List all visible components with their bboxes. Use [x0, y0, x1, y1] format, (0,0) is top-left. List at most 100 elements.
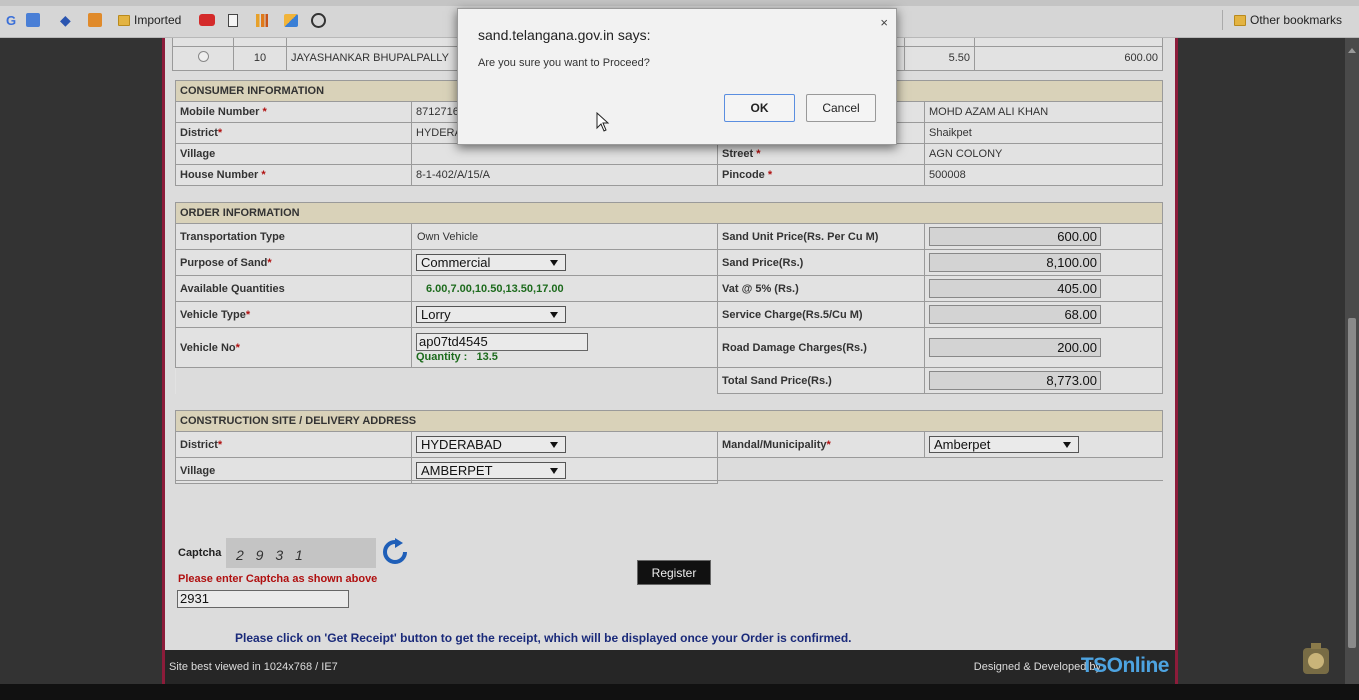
section-header: ORDER INFORMATION: [175, 202, 1163, 224]
confirm-dialog: sand.telangana.gov.in says: × Are you su…: [457, 8, 897, 145]
scrollbar-thumb[interactable]: [1348, 318, 1356, 648]
circle-bookmark[interactable]: [311, 12, 326, 28]
dialog-message: Are you sure you want to Proceed?: [478, 57, 650, 69]
address-bar-edge: [0, 0, 1359, 6]
circle-logo-icon: [311, 12, 326, 28]
emblem-icon: [1297, 640, 1335, 678]
vertical-scrollbar[interactable]: [1345, 38, 1359, 684]
field-label: Transportation Type: [175, 223, 412, 250]
cancel-button[interactable]: Cancel: [806, 94, 876, 122]
footer-browser-note: Site best viewed in 1024x768 / IE7: [169, 661, 338, 673]
sand-price-field: 8,100.00: [929, 253, 1101, 272]
chevron-down-icon: [550, 260, 558, 266]
field-label: Vat @ 5% (Rs.): [717, 275, 925, 302]
bookmark-folder-imported[interactable]: Imported: [118, 12, 181, 28]
site-mandal-select[interactable]: Amberpet: [929, 436, 1079, 453]
diamond-bookmark[interactable]: ◆: [60, 12, 71, 28]
quantity-label: Quantity :: [416, 350, 468, 363]
vat-field: 405.00: [929, 279, 1101, 298]
name-value: MOHD AZAM ALI KHAN: [924, 101, 1163, 123]
bar-chart-icon: [256, 13, 268, 27]
page-icon: [228, 13, 238, 27]
total-price-field: 8,773.00: [929, 371, 1101, 390]
pincode-value: 500008: [924, 164, 1163, 186]
row-index: 10: [233, 45, 287, 71]
bookmark-folder-label: Imported: [134, 13, 182, 27]
field-label: Sand Unit Price(Rs. Per Cu M): [717, 223, 925, 250]
chevron-down-icon: [550, 312, 558, 318]
vehicle-no-input[interactable]: ap07td4545: [416, 332, 588, 351]
bookmark-folder-other[interactable]: Other bookmarks: [1234, 12, 1342, 28]
folder-icon: [118, 14, 130, 26]
field-label: District: [180, 438, 218, 451]
village-value: [411, 143, 718, 165]
translate-icon: [26, 13, 40, 27]
transport-value: Own Vehicle: [411, 223, 718, 250]
refresh-icon[interactable]: [381, 538, 409, 566]
youtube-bookmark[interactable]: [199, 12, 215, 28]
ok-button[interactable]: OK: [724, 94, 795, 122]
page-bookmark[interactable]: [228, 12, 238, 28]
site-district-select[interactable]: HYDERABAD: [416, 436, 566, 453]
field-label: Street: [722, 148, 754, 160]
adwords-bookmark[interactable]: [284, 12, 298, 28]
unit-price-field: 600.00: [929, 227, 1101, 246]
translate-bookmark[interactable]: [26, 12, 40, 28]
house-value: 8-1-402/A/15/A: [411, 164, 718, 186]
field-label: Road Damage Charges(Rs.): [717, 327, 925, 368]
mouse-pointer-icon: [596, 111, 610, 135]
page-footer: Site best viewed in 1024x768 / IE7 Desig…: [165, 650, 1175, 684]
field-label: Pincode: [722, 169, 765, 181]
field-label: District: [180, 127, 218, 139]
road-damage-field: 200.00: [929, 338, 1101, 357]
bookmarks-separator: [1222, 10, 1223, 30]
field-label: Service Charge(Rs.5/Cu M): [717, 301, 925, 328]
adwords-icon: [284, 13, 298, 27]
field-label: House Number: [180, 169, 259, 181]
available-quantities: 6.00,7.00,10.50,13.50,17.00: [426, 282, 564, 295]
google-bookmark[interactable]: G: [6, 12, 16, 28]
delivery-address-table: CONSTRUCTION SITE / DELIVERY ADDRESS Dis…: [175, 410, 1163, 484]
folder-icon: [1234, 14, 1246, 26]
orange-bookmark[interactable]: [88, 12, 102, 28]
field-label: Vehicle Type: [180, 308, 246, 321]
captcha-label: Captcha: [178, 547, 222, 559]
row-qty: 5.50: [904, 45, 975, 71]
vehicle-type-select[interactable]: Lorry: [416, 306, 566, 323]
bookmark-folder-label: Other bookmarks: [1250, 13, 1343, 27]
row-price: 600.00: [974, 45, 1163, 71]
dialog-title: sand.telangana.gov.in says:: [478, 27, 651, 43]
google-icon: G: [6, 12, 17, 28]
scroll-up-icon[interactable]: [1348, 48, 1356, 53]
youtube-icon: [199, 14, 215, 26]
receipt-notice: Please click on 'Get Receipt' button to …: [235, 631, 852, 645]
field-label: Available Quantities: [175, 275, 412, 302]
chevron-down-icon: [550, 468, 558, 474]
close-icon[interactable]: ×: [880, 15, 888, 30]
captcha-image: 2 9 3 1: [226, 538, 376, 568]
captcha-input[interactable]: 2931: [177, 590, 349, 608]
field-label: Mobile Number: [180, 106, 260, 118]
captcha-hint: Please enter Captcha as shown above: [178, 573, 378, 585]
quantity-value: 13.5: [476, 350, 498, 363]
field-label: Sand Price(Rs.): [717, 249, 925, 276]
divider: [175, 480, 1163, 481]
mandal-value: Shaikpet: [924, 122, 1163, 144]
field-label: Mandal/Municipality: [722, 438, 827, 451]
field-label: Purpose of Sand: [180, 256, 268, 269]
taskbar-edge: [0, 684, 1359, 700]
tsonline-logo: TSOnline: [1080, 654, 1170, 677]
field-label: Village: [175, 143, 412, 165]
order-info-table: ORDER INFORMATION Transportation Type Ow…: [175, 202, 1163, 394]
purpose-select[interactable]: Commercial: [416, 254, 566, 271]
register-button[interactable]: Register: [637, 560, 711, 585]
section-header: CONSTRUCTION SITE / DELIVERY ADDRESS: [175, 410, 1163, 432]
chevron-down-icon: [550, 442, 558, 448]
analytics-bookmark[interactable]: [256, 12, 268, 28]
service-charge-field: 68.00: [929, 305, 1101, 324]
orange-app-icon: [88, 13, 102, 27]
diamond-icon: ◆: [60, 11, 71, 28]
street-value: AGN COLONY: [924, 143, 1163, 165]
site-village-select[interactable]: AMBERPET: [416, 462, 566, 479]
row-radio[interactable]: [197, 51, 209, 62]
